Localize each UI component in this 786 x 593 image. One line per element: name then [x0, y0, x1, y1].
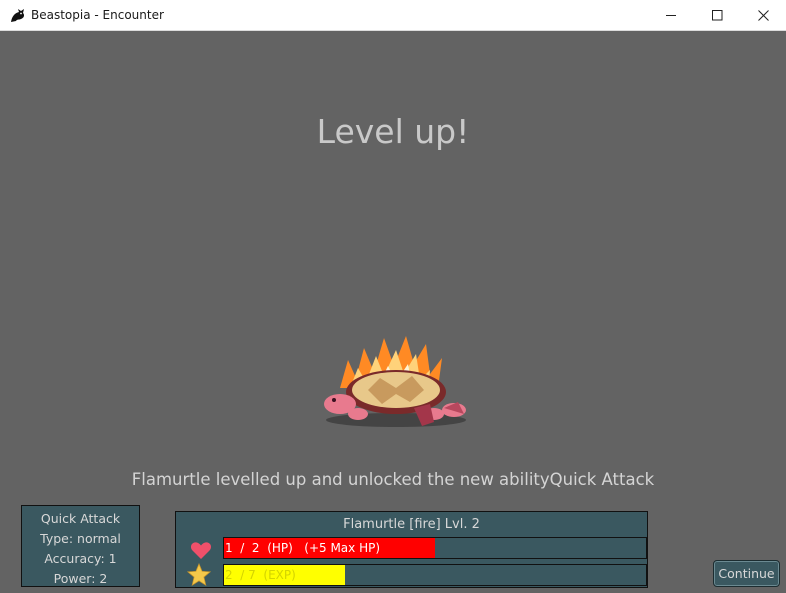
ability-accuracy: Accuracy: 1: [44, 551, 117, 566]
ability-type: Type: normal: [40, 531, 121, 546]
title-bar: Beastopia - Encounter: [0, 0, 786, 31]
level-up-message: Flamurtle levelled up and unlocked the n…: [131, 470, 655, 489]
maximize-button[interactable]: [694, 0, 740, 30]
maximize-icon: [711, 9, 722, 20]
heart-icon: [190, 542, 212, 559]
star-icon: [187, 563, 211, 586]
minimize-button[interactable]: [648, 0, 694, 30]
level-up-heading: Level up!: [316, 112, 470, 151]
minimize-icon: [665, 14, 676, 16]
flamurtle-sprite: [324, 336, 466, 427]
exp-text: 2 / 7 (EXP): [225, 568, 296, 582]
close-button[interactable]: [740, 0, 786, 30]
hp-text: 1 / 2 (HP) (+5 Max HP): [225, 541, 381, 555]
hp-bar: 1 / 2 (HP) (+5 Max HP): [223, 537, 647, 559]
close-icon: [757, 9, 769, 21]
monster-status-panel: Flamurtle [fire] Lvl. 2 1 / 2 (HP) (+5 M…: [175, 511, 648, 588]
ability-info-panel: Quick Attack Type: normal Accuracy: 1 Po…: [21, 505, 140, 587]
exp-bar: 2 / 7 (EXP): [223, 564, 647, 586]
ability-name: Quick Attack: [40, 511, 121, 526]
continue-button[interactable]: Continue: [713, 560, 780, 587]
encounter-window: Beastopia - Encounter Level up! Flamurtl…: [0, 0, 786, 593]
ability-power: Power: 2: [53, 571, 108, 586]
window-title: Beastopia - Encounter: [31, 8, 164, 22]
monster-title: Flamurtle [fire] Lvl. 2: [343, 517, 480, 532]
dragon-logo-icon: [11, 9, 25, 22]
